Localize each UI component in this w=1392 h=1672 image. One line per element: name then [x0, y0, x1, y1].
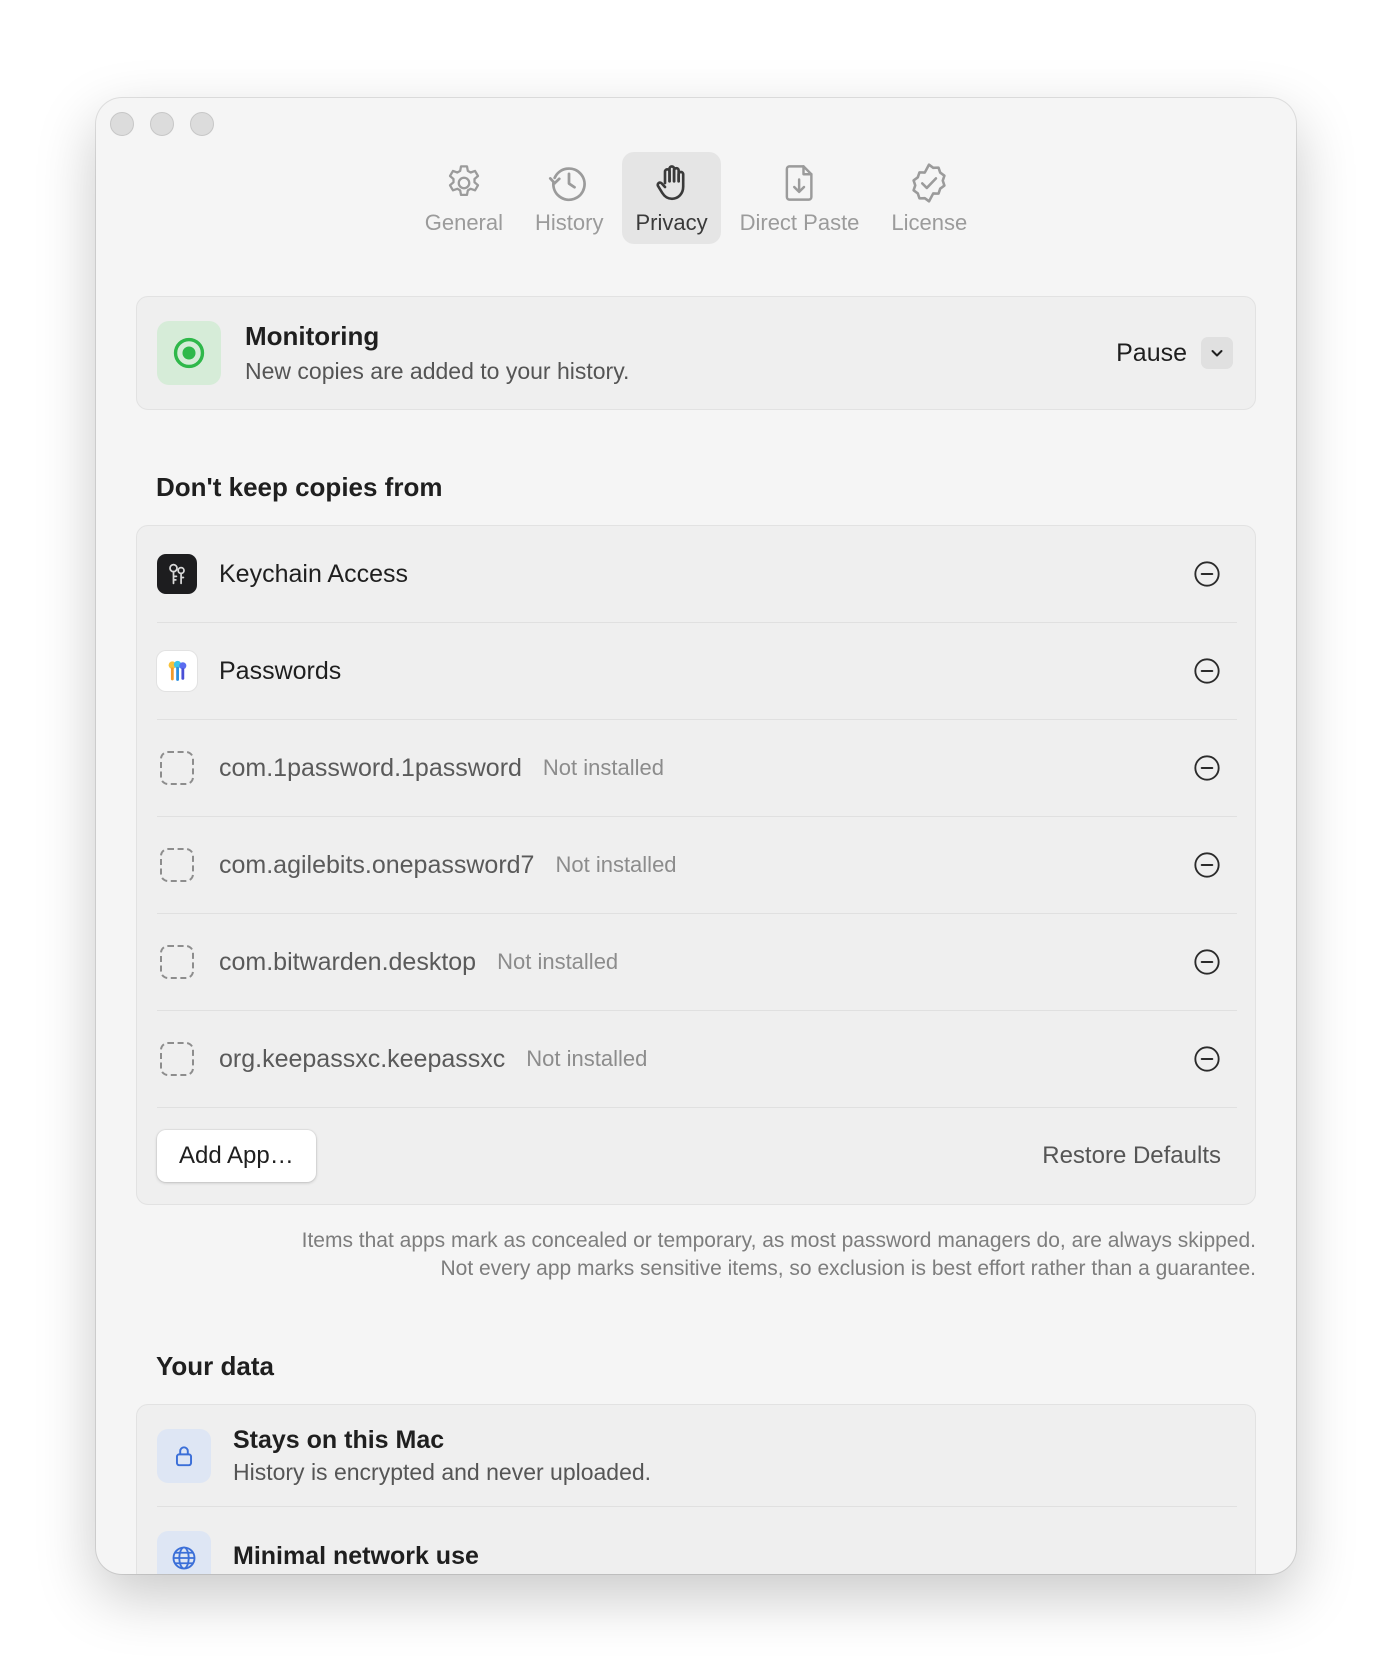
footnote-line: Items that apps mark as concealed or tem… [301, 1229, 1256, 1252]
tab-label: History [535, 210, 604, 235]
footnote-line: Not every app marks sensitive items, so … [440, 1257, 1256, 1280]
app-name: Passwords [219, 656, 342, 685]
app-status: Not installed [497, 949, 619, 974]
app-status: Not installed [526, 1046, 648, 1071]
globe-icon [157, 1531, 211, 1574]
minus-circle-icon [1194, 949, 1220, 975]
app-status: Not installed [542, 755, 664, 780]
checkmark-seal-icon [906, 160, 952, 206]
monitoring-card: Monitoring New copies are added to your … [136, 296, 1256, 410]
app-name: com.bitwarden.desktop [219, 947, 477, 976]
window-controls [110, 112, 214, 136]
list-item[interactable]: org.keepassxc.keepassxc Not installed [157, 1011, 1237, 1108]
remove-button[interactable] [1193, 560, 1221, 588]
pause-label: Pause [1116, 338, 1187, 367]
app-status: Not installed [555, 852, 677, 877]
minus-circle-icon [1194, 852, 1220, 878]
placeholder-app-icon [160, 751, 194, 785]
monitoring-title: Monitoring [245, 321, 380, 351]
tab-direct-paste[interactable]: Direct Paste [727, 152, 873, 244]
tab-license[interactable]: License [878, 152, 980, 244]
list-item: Minimal network use [157, 1507, 1237, 1574]
placeholder-app-icon [160, 1042, 194, 1076]
hand-icon [649, 160, 695, 206]
tab-general[interactable]: General [412, 152, 516, 244]
zoom-window-button[interactable] [190, 112, 214, 136]
remove-button[interactable] [1193, 657, 1221, 685]
pause-popup-button[interactable]: Pause [1116, 337, 1233, 369]
minimize-window-button[interactable] [150, 112, 174, 136]
close-window-button[interactable] [110, 112, 134, 136]
preferences-window: General History Privacy Direct Paste Lic… [96, 98, 1296, 1574]
gear-icon [441, 160, 487, 206]
remove-button[interactable] [1193, 851, 1221, 879]
passwords-key-icon [157, 651, 197, 691]
restore-defaults-button[interactable]: Restore Defaults [1042, 1142, 1221, 1170]
tab-label: Direct Paste [739, 210, 860, 235]
tab-label: General [424, 210, 504, 235]
chevron-down-icon [1201, 337, 1233, 369]
list-item[interactable]: Keychain Access [157, 526, 1237, 623]
minus-circle-icon [1194, 561, 1220, 587]
data-item-subtitle: History is encrypted and never uploaded. [233, 1458, 652, 1485]
remove-button[interactable] [1193, 754, 1221, 782]
data-item-title: Stays on this Mac [233, 1425, 445, 1454]
app-name: com.1password.1password [219, 753, 522, 782]
tab-label: Privacy [635, 210, 708, 235]
list-item[interactable]: Passwords [157, 623, 1237, 720]
data-item-title: Minimal network use [233, 1541, 479, 1570]
list-item[interactable]: com.bitwarden.desktop Not installed [157, 914, 1237, 1011]
monitoring-subtitle: New copies are added to your history. [245, 358, 630, 384]
exclusion-footnote: Items that apps mark as concealed or tem… [136, 1227, 1256, 1283]
app-name: com.agilebits.onepassword7 [219, 850, 535, 879]
remove-button[interactable] [1193, 948, 1221, 976]
privacy-pane: Monitoring New copies are added to your … [136, 296, 1256, 1574]
settings-toolbar: General History Privacy Direct Paste Lic… [96, 152, 1296, 244]
list-item[interactable]: com.agilebits.onepassword7 Not installed [157, 817, 1237, 914]
tab-label: License [891, 210, 968, 235]
record-icon [157, 321, 221, 385]
monitoring-text: Monitoring New copies are added to your … [245, 321, 1116, 385]
list-footer: Add App… Restore Defaults [157, 1108, 1237, 1204]
clock-icon [546, 160, 592, 206]
your-data-list: Stays on this Mac History is encrypted a… [136, 1404, 1256, 1574]
exclusions-heading: Don't keep copies from [156, 472, 443, 502]
minus-circle-icon [1194, 1046, 1220, 1072]
add-app-button[interactable]: Add App… [157, 1130, 316, 1182]
lock-icon [157, 1428, 211, 1483]
excluded-apps-list: Keychain Access Passwords com.1password.… [136, 525, 1256, 1205]
placeholder-app-icon [160, 945, 194, 979]
tab-history[interactable]: History [522, 152, 616, 244]
document-arrow-icon [777, 160, 823, 206]
data-item-text: Minimal network use [233, 1542, 479, 1575]
placeholder-app-icon [160, 848, 194, 882]
tab-privacy[interactable]: Privacy [622, 152, 721, 244]
minus-circle-icon [1194, 755, 1220, 781]
list-item: Stays on this Mac History is encrypted a… [157, 1405, 1237, 1507]
app-name: org.keepassxc.keepassxc [219, 1044, 506, 1073]
your-data-heading: Your data [156, 1351, 274, 1381]
app-name: Keychain Access [219, 559, 408, 588]
keychain-icon [157, 554, 197, 594]
data-item-text: Stays on this Mac History is encrypted a… [233, 1426, 651, 1486]
list-item[interactable]: com.1password.1password Not installed [157, 720, 1237, 817]
minus-circle-icon [1194, 658, 1220, 684]
remove-button[interactable] [1193, 1045, 1221, 1073]
